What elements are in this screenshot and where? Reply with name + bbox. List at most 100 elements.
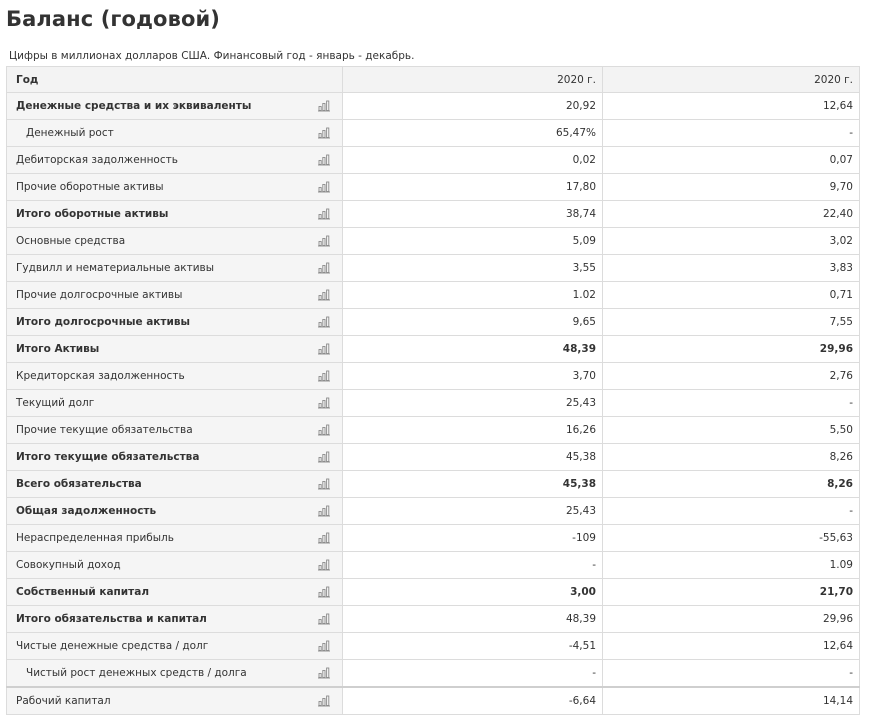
- bar-chart-icon[interactable]: [318, 424, 330, 436]
- bar-chart-icon[interactable]: [318, 505, 330, 517]
- row-label-cell: Чистый рост денежных средств / долга: [6, 659, 343, 688]
- page-title: Баланс (годовой): [6, 7, 221, 31]
- row-label-cell: Прочие долгосрочные активы: [6, 281, 343, 309]
- bar-chart-icon[interactable]: [318, 559, 330, 571]
- row-value-col2: 3,02: [602, 227, 860, 255]
- row-value-col2: -: [602, 497, 860, 525]
- header-year-label: Год: [6, 66, 343, 93]
- row-label: Текущий долг: [16, 397, 95, 409]
- row-value-col1: -: [342, 659, 603, 688]
- row-value-col1: 17,80: [342, 173, 603, 201]
- row-value-col2: 3,83: [602, 254, 860, 282]
- bar-chart-icon[interactable]: [318, 343, 330, 355]
- bar-chart-icon[interactable]: [318, 100, 330, 112]
- row-value-col1: 45,38: [342, 443, 603, 471]
- table-row: Нераспределенная прибыль -109 -55,63: [6, 524, 860, 552]
- row-value-col1: 25,43: [342, 389, 603, 417]
- row-value-col2: 14,14: [602, 686, 860, 715]
- row-label-cell: Кредиторская задолженность: [6, 362, 343, 390]
- table-row: Общая задолженность 25,43-: [6, 497, 860, 525]
- row-label-cell: Совокупный доход: [6, 551, 343, 579]
- row-label: Прочие долгосрочные активы: [16, 289, 183, 301]
- bar-chart-icon[interactable]: [318, 127, 330, 139]
- row-label: Итого оборотные активы: [16, 208, 169, 220]
- row-label-cell: Основные средства: [6, 227, 343, 255]
- bar-chart-icon[interactable]: [318, 208, 330, 220]
- bar-chart-icon[interactable]: [318, 262, 330, 274]
- row-label-cell: Всего обязательства: [6, 470, 343, 498]
- row-value-col2: 22,40: [602, 200, 860, 228]
- table-row: Итого обязательства и капитал 48,39 29,96: [6, 605, 860, 633]
- row-label: Чистые денежные средства / долг: [16, 640, 209, 652]
- row-value-col2: 21,70: [602, 578, 860, 606]
- page-subtitle: Цифры в миллионах долларов США. Финансов…: [9, 50, 415, 62]
- table-row: Чистый рост денежных средств / долга - -: [6, 659, 860, 688]
- table-body: Денежные средства и их эквиваленты 20,92 1…: [6, 92, 860, 715]
- row-label: Итого текущие обязательства: [16, 451, 200, 463]
- bar-chart-icon[interactable]: [318, 640, 330, 652]
- bar-chart-icon[interactable]: [318, 451, 330, 463]
- row-label-cell: Итого обязательства и капитал: [6, 605, 343, 633]
- row-value-col1: 3,00: [342, 578, 603, 606]
- row-value-col2: 8,26: [602, 443, 860, 471]
- row-label: Нераспределенная прибыль: [16, 532, 174, 544]
- row-value-col2: 0,71: [602, 281, 860, 309]
- row-value-col2: 5,50: [602, 416, 860, 444]
- row-value-col1: 65,47%: [342, 119, 603, 147]
- row-label: Основные средства: [16, 235, 126, 247]
- row-value-col1: 3,55: [342, 254, 603, 282]
- row-label: Всего обязательства: [16, 478, 142, 490]
- row-label: Рабочий капитал: [16, 695, 111, 707]
- bar-chart-icon[interactable]: [318, 316, 330, 328]
- row-value-col2: 8,26: [602, 470, 860, 498]
- row-value-col2: -: [602, 389, 860, 417]
- row-label: Итого долгосрочные активы: [16, 316, 191, 328]
- row-label: Общая задолженность: [16, 505, 157, 517]
- row-value-col1: -: [342, 551, 603, 579]
- row-label: Чистый рост денежных средств / долга: [26, 667, 247, 679]
- row-label-cell: Денежные средства и их эквиваленты: [6, 92, 343, 120]
- row-value-col1: -4,51: [342, 632, 603, 660]
- row-label-cell: Прочие оборотные активы: [6, 173, 343, 201]
- bar-chart-icon[interactable]: [318, 613, 330, 625]
- bar-chart-icon[interactable]: [318, 695, 330, 707]
- table-row: Прочие текущие обязательства 16,26 5,50: [6, 416, 860, 444]
- row-value-col1: -109: [342, 524, 603, 552]
- row-value-col2: 1.09: [602, 551, 860, 579]
- bar-chart-icon[interactable]: [318, 532, 330, 544]
- row-value-col1: 48,39: [342, 605, 603, 633]
- row-value-col2: -: [602, 119, 860, 147]
- table-row: Гудвилл и нематериальные активы 3,55 3,83: [6, 254, 860, 282]
- row-label-cell: Итого текущие обязательства: [6, 443, 343, 471]
- row-label: Прочие текущие обязательства: [16, 424, 193, 436]
- bar-chart-icon[interactable]: [318, 154, 330, 166]
- bar-chart-icon[interactable]: [318, 370, 330, 382]
- bar-chart-icon[interactable]: [318, 289, 330, 301]
- row-value-col1: 5,09: [342, 227, 603, 255]
- bar-chart-icon[interactable]: [318, 235, 330, 247]
- row-value-col1: 16,26: [342, 416, 603, 444]
- row-label-cell: Чистые денежные средства / долг: [6, 632, 343, 660]
- header-column-1: 2020 г.: [342, 66, 603, 93]
- bar-chart-icon[interactable]: [318, 181, 330, 193]
- table-row: Итого долгосрочные активы 9,65 7,55: [6, 308, 860, 336]
- bar-chart-icon[interactable]: [318, 586, 330, 598]
- row-label: Совокупный доход: [16, 559, 121, 571]
- bar-chart-icon[interactable]: [318, 478, 330, 490]
- row-value-col1: 20,92: [342, 92, 603, 120]
- row-value-col2: 7,55: [602, 308, 860, 336]
- row-label: Итого Активы: [16, 343, 100, 355]
- bar-chart-icon[interactable]: [318, 667, 330, 679]
- row-label: Гудвилл и нематериальные активы: [16, 262, 215, 274]
- table-row: Денежный рост 65,47% -: [6, 119, 860, 147]
- row-label: Денежные средства и их эквиваленты: [16, 100, 252, 112]
- row-value-col1: -6,64: [342, 686, 603, 715]
- table-row: Денежные средства и их эквиваленты 20,92 1…: [6, 92, 860, 120]
- bar-chart-icon[interactable]: [318, 397, 330, 409]
- row-label-cell: Гудвилл и нематериальные активы: [6, 254, 343, 282]
- row-value-col1: 38,74: [342, 200, 603, 228]
- row-label: Дебиторская задолженность: [16, 154, 178, 166]
- row-value-col1: 0,02: [342, 146, 603, 174]
- row-label-cell: Дебиторская задолженность: [6, 146, 343, 174]
- table-row: Дебиторская задолженность 0,02 0,07: [6, 146, 860, 174]
